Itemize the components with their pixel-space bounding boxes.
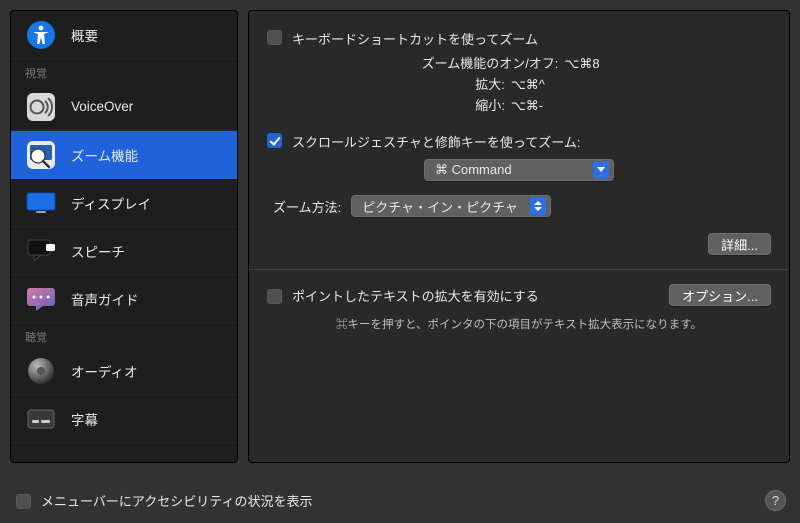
chevron-up-down-icon <box>530 197 546 215</box>
sidebar-section-hearing: 聴覚 <box>11 323 237 347</box>
modifier-select-value: ⌘ Command <box>435 162 512 178</box>
sidebar-item-label: スピーチ <box>71 241 125 261</box>
separator <box>249 269 789 270</box>
use-scroll-label: スクロールジェスチャと修飾キーを使ってズーム: <box>292 132 580 151</box>
descriptions-icon <box>25 283 57 315</box>
sidebar-item-overview[interactable]: 概要 <box>11 11 237 59</box>
sidebar-item-label: ズーム機能 <box>71 145 138 165</box>
sidebar-item-label: オーディオ <box>71 361 138 381</box>
shortcut-key-value: ⌥⌘^ <box>511 75 563 96</box>
sidebar[interactable]: 概要 視覚 VoiceOver ズーム機能 ディスプレイ スピーチ <box>10 10 238 463</box>
sidebar-item-display[interactable]: ディスプレイ <box>11 179 237 227</box>
accessibility-icon <box>25 19 57 51</box>
detail-pane: キーボードショートカットを使ってズーム ズーム機能のオン/オフ:⌥⌘8 拡大: ⌥… <box>248 10 790 463</box>
shortcut-key-label: 拡大: <box>475 75 505 96</box>
display-icon <box>25 187 57 219</box>
hover-text-checkbox[interactable] <box>267 289 282 304</box>
shortcut-key-value: ⌥⌘8 <box>564 54 616 75</box>
shortcut-key-label: 縮小: <box>475 96 505 117</box>
modifier-select[interactable]: ⌘ Command <box>424 159 614 181</box>
advanced-button[interactable]: 詳細... <box>708 233 771 255</box>
sidebar-item-voiceover[interactable]: VoiceOver <box>11 83 237 131</box>
speech-icon <box>25 235 57 267</box>
zoom-method-value: ピクチャ・イン・ピクチャ <box>362 197 518 216</box>
sidebar-item-descriptions[interactable]: 音声ガイド <box>11 275 237 323</box>
zoom-method-select[interactable]: ピクチャ・イン・ピクチャ <box>351 195 551 217</box>
voiceover-icon <box>25 91 57 123</box>
shortcut-key-label: ズーム機能のオン/オフ: <box>422 54 559 75</box>
help-button[interactable]: ? <box>765 490 786 511</box>
sidebar-item-label: VoiceOver <box>71 99 133 114</box>
captions-icon <box>25 403 57 435</box>
sidebar-item-audio[interactable]: オーディオ <box>11 347 237 395</box>
audio-icon <box>25 355 57 387</box>
sidebar-item-label: ディスプレイ <box>71 193 151 213</box>
hover-text-label: ポイントしたテキストの拡大を有効にする <box>292 286 539 305</box>
menubar-status-checkbox[interactable] <box>16 494 31 509</box>
use-shortcuts-checkbox[interactable] <box>267 30 282 45</box>
hover-text-hint: ⌘キーを押すと、ポインタの下の項目がテキスト拡大表示になります。 <box>267 316 771 332</box>
chevron-down-icon <box>593 161 609 179</box>
use-scroll-checkbox[interactable] <box>267 133 282 148</box>
sidebar-item-speech[interactable]: スピーチ <box>11 227 237 275</box>
sidebar-item-captions[interactable]: 字幕 <box>11 395 237 443</box>
sidebar-section-vision: 視覚 <box>11 59 237 83</box>
footer: メニューバーにアクセシビリティの状況を表示 ? <box>0 477 800 523</box>
use-shortcuts-label: キーボードショートカットを使ってズーム <box>292 29 538 48</box>
options-button[interactable]: オプション... <box>669 284 771 306</box>
menubar-status-label: メニューバーにアクセシビリティの状況を表示 <box>41 491 312 510</box>
sidebar-item-zoom[interactable]: ズーム機能 <box>11 131 237 179</box>
zoom-method-label: ズーム方法: <box>273 197 341 216</box>
shortcut-key-value: ⌥⌘- <box>511 96 563 117</box>
sidebar-item-label: 概要 <box>71 25 98 45</box>
sidebar-item-label: 字幕 <box>71 409 98 429</box>
shortcut-list: ズーム機能のオン/オフ:⌥⌘8 拡大: ⌥⌘^ 縮小: ⌥⌘- <box>267 54 771 116</box>
sidebar-item-label: 音声ガイド <box>71 289 139 309</box>
zoom-icon <box>25 139 57 171</box>
